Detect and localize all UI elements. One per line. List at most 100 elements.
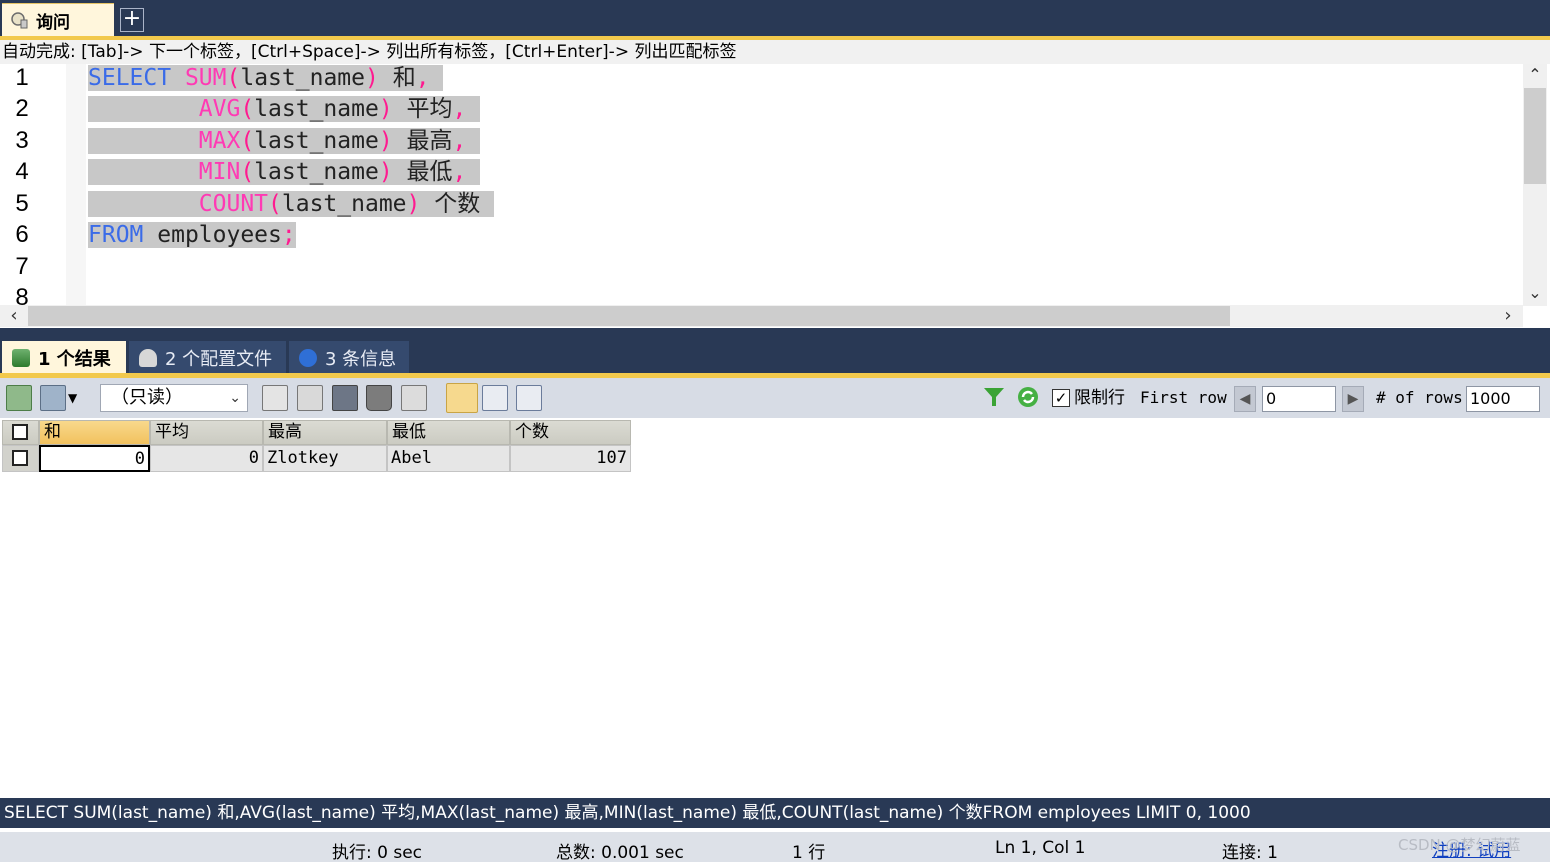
- alias: 平均: [406, 96, 453, 122]
- function-avg: AVG: [198, 96, 241, 122]
- rows-count-input[interactable]: 1000: [1466, 386, 1540, 412]
- scroll-right-icon[interactable]: ›: [1496, 305, 1520, 327]
- line-number: 5: [15, 190, 29, 217]
- editor-vertical-scroll-thumb[interactable]: [1524, 88, 1546, 184]
- table-cell[interactable]: 0: [150, 445, 263, 472]
- line-number: 7: [15, 253, 29, 280]
- paren: (: [268, 191, 282, 217]
- line-number: 8: [15, 284, 29, 306]
- duplicate-row-icon[interactable]: [297, 385, 323, 411]
- tab-query[interactable]: 询问: [2, 3, 114, 36]
- tab-profile-label: 2 个配置文件: [165, 348, 273, 370]
- table-name: employees: [157, 222, 282, 248]
- save-icon[interactable]: [332, 385, 358, 411]
- tab-query-label: 询问: [36, 12, 70, 33]
- executed-sql-bar: SELECT SUM(last_name) 和,AVG(last_name) 平…: [0, 798, 1550, 828]
- cancel-changes-icon[interactable]: [401, 385, 427, 411]
- paren: ): [406, 191, 421, 217]
- scroll-down-icon[interactable]: ⌄: [1523, 282, 1547, 304]
- table-cell[interactable]: Zlotkey: [263, 445, 387, 472]
- column-header[interactable]: 和: [39, 420, 150, 445]
- exec-time: 执行: 0 sec: [332, 843, 423, 863]
- scroll-up-icon[interactable]: ⌃: [1523, 64, 1547, 86]
- query-icon: [10, 10, 30, 30]
- code-line-4: MIN(last_name) 最低,: [88, 157, 481, 187]
- table-cell[interactable]: 107: [510, 445, 631, 472]
- line-number: 1: [15, 64, 29, 91]
- connection-count: 连接: 1: [1222, 843, 1278, 863]
- tab-results[interactable]: 1 个结果: [2, 341, 126, 374]
- select-all-checkbox[interactable]: [12, 424, 28, 440]
- column-header[interactable]: 最低: [387, 420, 510, 445]
- first-row-label: First row: [1140, 388, 1227, 407]
- table-cell[interactable]: Abel: [387, 445, 510, 472]
- paren: ): [378, 128, 393, 154]
- column-ref: last_name: [281, 191, 407, 217]
- pane-splitter[interactable]: [0, 328, 1550, 340]
- editor-horizontal-scroll-thumb[interactable]: [28, 306, 1230, 326]
- tab-messages[interactable]: 3 条信息: [289, 341, 409, 374]
- line-number: 2: [15, 95, 29, 122]
- select-all-header[interactable]: [2, 420, 39, 445]
- grid-export-icon[interactable]: [6, 385, 32, 411]
- grid-import-icon[interactable]: [40, 385, 66, 411]
- alias: 最低: [406, 159, 453, 185]
- chevron-down-icon: ⌄: [229, 390, 241, 406]
- paren: (: [240, 96, 255, 122]
- limit-rows-label: 限制行: [1074, 388, 1125, 408]
- autocomplete-hint: 自动完成: [Tab]-> 下一个标签，[Ctrl+Space]-> 列出所有标…: [0, 40, 1550, 64]
- line-number: 4: [15, 158, 29, 185]
- keyword-from: FROM: [88, 222, 144, 248]
- fold-margin: [66, 64, 86, 306]
- chevron-down-icon[interactable]: ▼: [68, 385, 77, 411]
- column-header[interactable]: 个数: [510, 420, 631, 445]
- refresh-icon[interactable]: [1016, 385, 1040, 409]
- function-sum: SUM: [184, 65, 227, 91]
- text-view-icon[interactable]: [516, 385, 542, 411]
- delete-icon[interactable]: [366, 385, 392, 411]
- paren: (: [240, 159, 255, 185]
- comma: ,: [415, 65, 430, 91]
- row-count: 1 行: [792, 843, 826, 863]
- paren: (: [226, 65, 241, 91]
- comma: ,: [452, 96, 467, 122]
- previous-page-icon[interactable]: ◀: [1234, 386, 1256, 412]
- function-max: MAX: [198, 128, 241, 154]
- keyword-select: SELECT: [88, 65, 172, 91]
- form-view-icon[interactable]: [482, 385, 508, 411]
- function-count: COUNT: [198, 191, 269, 217]
- filter-icon[interactable]: [982, 385, 1006, 409]
- alias: 最高: [406, 128, 453, 154]
- result-grid-icon: [12, 348, 30, 367]
- cursor-position: Ln 1, Col 1: [995, 838, 1086, 858]
- scroll-left-icon[interactable]: ‹: [2, 305, 26, 327]
- column-header[interactable]: 最高: [263, 420, 387, 445]
- table-cell[interactable]: 0: [39, 445, 150, 472]
- add-tab-button[interactable]: +: [120, 8, 144, 32]
- profile-icon: [139, 348, 157, 367]
- tab-messages-label: 3 条信息: [325, 348, 397, 370]
- column-ref: last_name: [240, 65, 365, 91]
- line-number-gutter: 1 2 3 4 5 6 7 8: [0, 64, 66, 306]
- watermark: CSDN @梦幻蔚蓝: [1398, 836, 1521, 854]
- next-page-icon[interactable]: ▶: [1342, 386, 1364, 412]
- code-line-5: COUNT(last_name) 个数: [88, 189, 495, 219]
- tab-profile[interactable]: 2 个配置文件: [129, 341, 286, 374]
- column-header[interactable]: 平均: [150, 420, 263, 445]
- semicolon: ;: [281, 222, 296, 248]
- grid-view-icon[interactable]: [446, 383, 478, 413]
- row-checkbox[interactable]: [12, 450, 28, 466]
- alias: 和: [392, 65, 416, 91]
- mode-select[interactable]: （只读） ⌄: [100, 384, 248, 412]
- code-line-3: MAX(last_name) 最高,: [88, 126, 481, 156]
- column-ref: last_name: [254, 128, 379, 154]
- first-row-input[interactable]: 0: [1262, 386, 1336, 412]
- paren: ): [364, 65, 379, 91]
- row-select[interactable]: [2, 445, 39, 472]
- add-row-icon[interactable]: [262, 385, 288, 411]
- mode-select-value: （只读）: [111, 387, 183, 408]
- comma: ,: [452, 128, 467, 154]
- limit-rows-checkbox[interactable]: ✓: [1052, 389, 1070, 407]
- column-ref: last_name: [254, 96, 379, 122]
- comma: ,: [452, 159, 467, 185]
